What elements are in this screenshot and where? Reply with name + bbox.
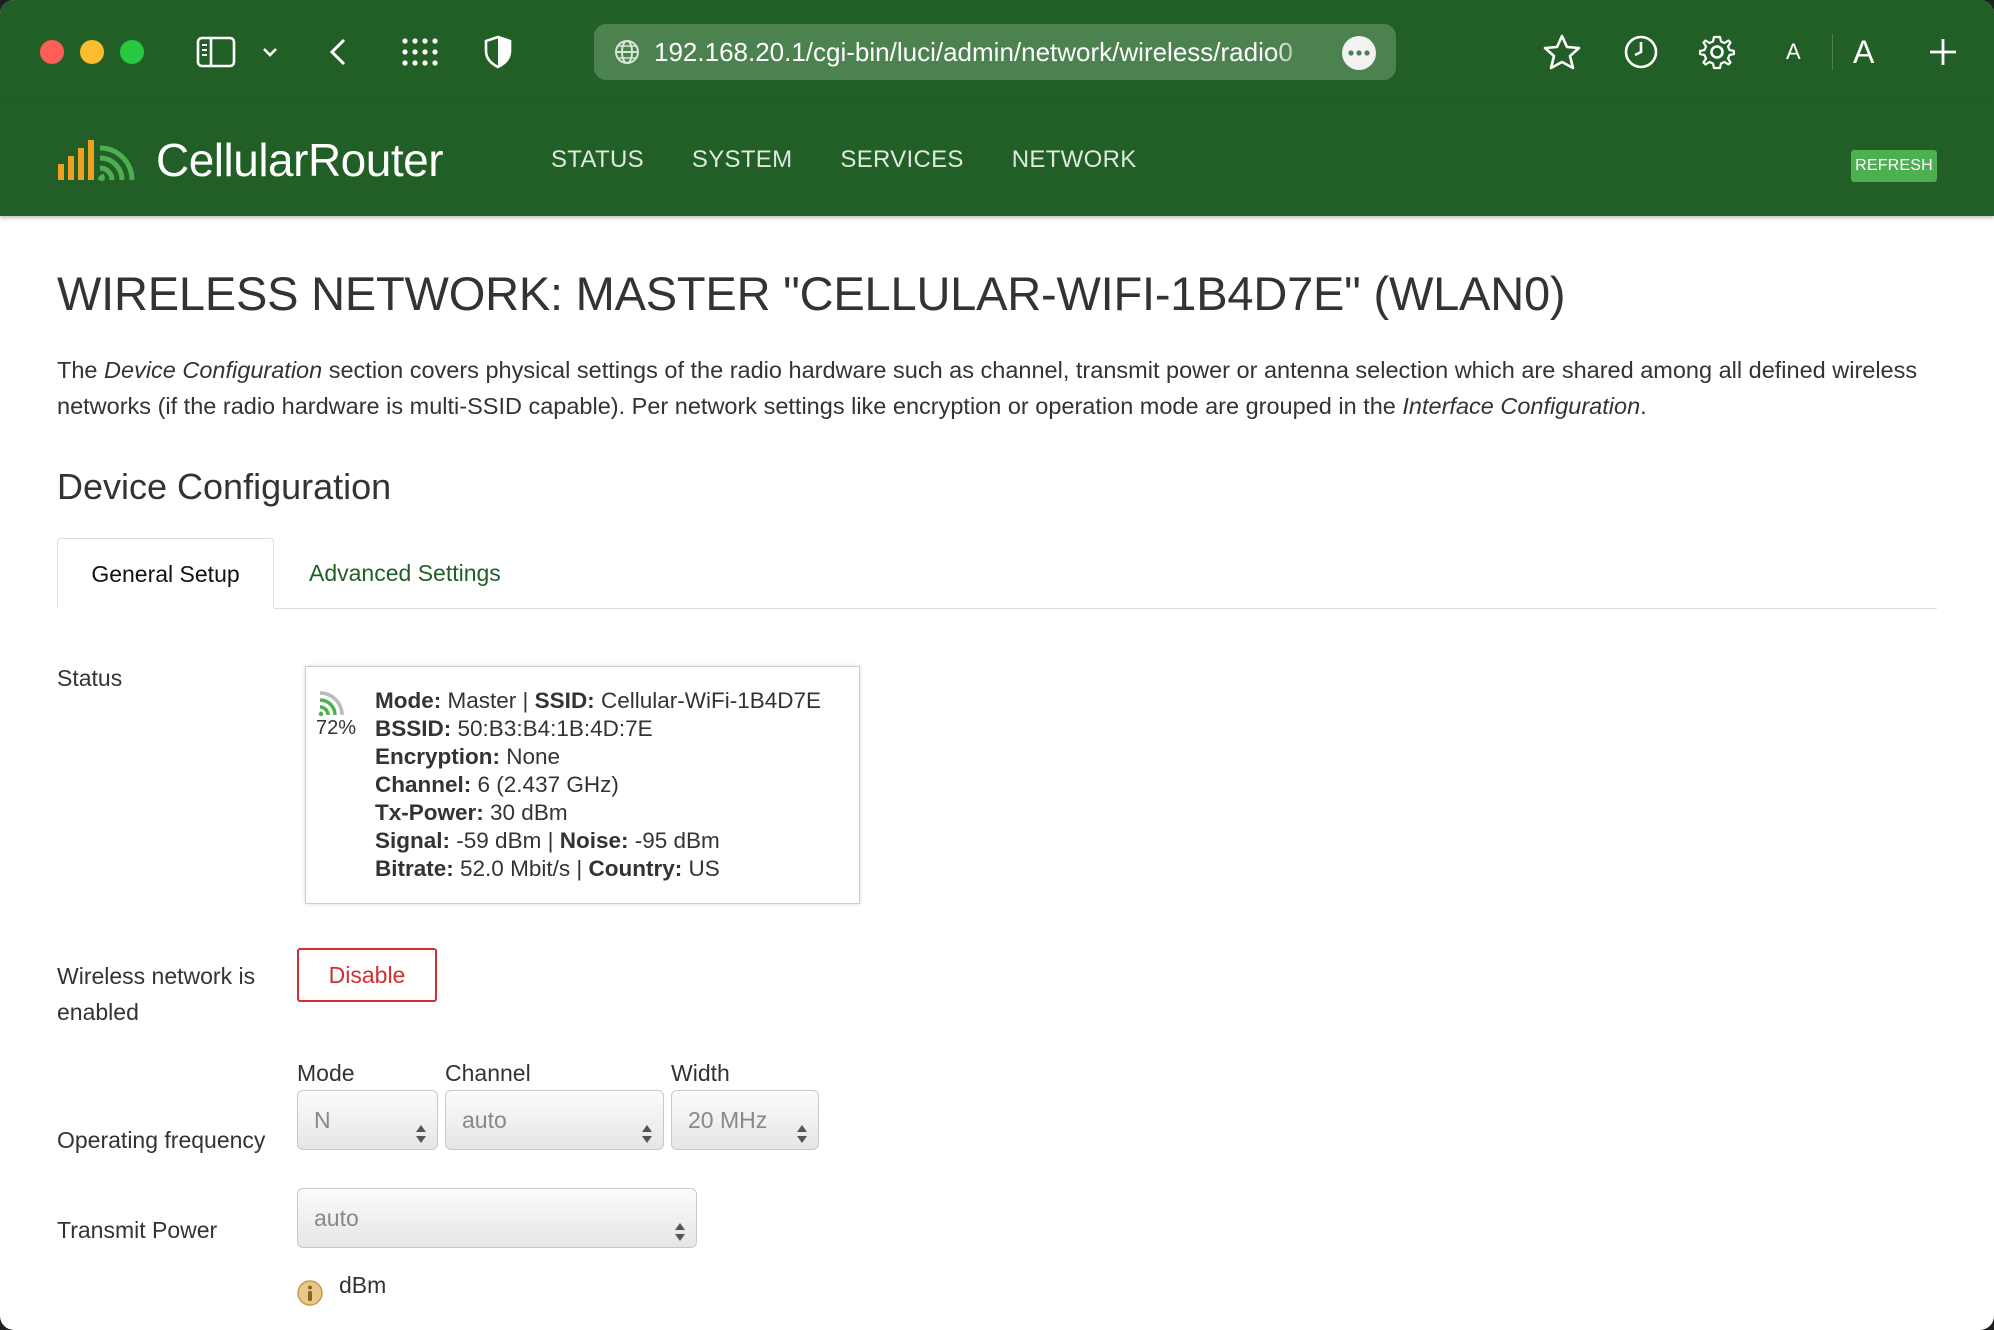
close-window-button[interactable] xyxy=(40,40,64,64)
separator: | xyxy=(547,828,554,853)
status-line-bitrate: Bitrate: 52.0 Mbit/s | Country: US xyxy=(375,855,821,883)
transmit-power-unit: dBm xyxy=(339,1272,387,1298)
signal-key: Signal: xyxy=(375,828,451,853)
status-line-txpower: Tx-Power: 30 dBm xyxy=(375,799,821,827)
noise-key: Noise: xyxy=(559,828,629,853)
more-options-icon[interactable] xyxy=(1342,36,1376,70)
status-line-channel: Channel: 6 (2.437 GHz) xyxy=(375,771,821,799)
signal-logo-icon xyxy=(56,134,142,187)
country-value: US xyxy=(688,856,720,881)
intro-text-1: The xyxy=(57,357,105,383)
transmit-power-select[interactable]: auto xyxy=(297,1188,697,1248)
mode-label: Mode xyxy=(297,1060,355,1086)
select-arrows-icon xyxy=(641,1109,653,1167)
encryption-key: Encryption: xyxy=(375,744,501,769)
mode-select-value: N xyxy=(314,1107,331,1133)
bssid-value: 50:B3:B4:1B:4D:7E xyxy=(457,716,653,741)
ssid-value: Cellular-WiFi-1B4D7E xyxy=(600,688,821,713)
brand-name[interactable]: CellularRouter xyxy=(156,132,444,188)
status-line-bssid: BSSID: 50:B3:B4:1B:4D:7E xyxy=(375,715,821,743)
transmit-power-select-value: auto xyxy=(314,1205,359,1231)
width-select[interactable]: 20 MHz xyxy=(671,1090,819,1150)
nav-network[interactable]: NETWORK xyxy=(1012,144,1137,176)
status-details: Mode: Master | SSID: Cellular-WiFi-1B4D7… xyxy=(375,687,821,883)
site-header: CellularRouter STATUS SYSTEM SERVICES NE… xyxy=(0,104,1994,216)
section-title: Device Configuration xyxy=(57,466,392,507)
nav-system[interactable]: SYSTEM xyxy=(692,144,792,176)
bookmark-star-icon[interactable] xyxy=(1542,28,1582,76)
width-label: Width xyxy=(671,1060,730,1086)
bitrate-value: 52.0 Mbit/s xyxy=(460,856,571,881)
mode-value: Master xyxy=(447,688,517,713)
mode-key: Mode: xyxy=(375,688,442,713)
signal-percent: 72% xyxy=(316,717,357,739)
channel-value: 6 (2.437 GHz) xyxy=(477,772,619,797)
txpower-key: Tx-Power: xyxy=(375,800,484,825)
operating-frequency-label: Operating frequency xyxy=(57,1127,266,1153)
tab-general-setup[interactable]: General Setup xyxy=(57,538,274,609)
select-arrows-icon xyxy=(415,1109,427,1167)
wireless-enabled-label-line1: Wireless network is xyxy=(57,963,256,989)
signal-value: -59 dBm xyxy=(456,828,542,853)
separator: | xyxy=(522,688,529,713)
new-tab-plus-icon[interactable] xyxy=(1926,28,1960,76)
channel-key: Channel: xyxy=(375,772,472,797)
channel-select-value: auto xyxy=(462,1107,507,1133)
intro-paragraph: The Device Configuration section covers … xyxy=(57,352,1937,424)
intro-text-3: . xyxy=(1640,393,1647,419)
nav-services[interactable]: SERVICES xyxy=(840,144,963,176)
config-tabs: General Setup Advanced Settings xyxy=(57,538,1937,609)
settings-gear-icon[interactable] xyxy=(1698,28,1736,76)
tab-overview-grid-icon[interactable] xyxy=(400,28,440,76)
select-arrows-icon xyxy=(796,1109,808,1167)
select-arrows-icon xyxy=(674,1207,686,1265)
bitrate-key: Bitrate: xyxy=(375,856,454,881)
encryption-value: None xyxy=(506,744,561,769)
noise-value: -95 dBm xyxy=(634,828,720,853)
tab-advanced-settings[interactable]: Advanced Settings xyxy=(309,538,501,608)
mode-select[interactable]: N xyxy=(297,1090,438,1150)
chevron-down-icon[interactable] xyxy=(260,28,280,76)
status-line-signal: Signal: -59 dBm | Noise: -95 dBm xyxy=(375,827,821,855)
separator: | xyxy=(576,856,583,881)
sidebar-toggle-icon[interactable] xyxy=(194,28,238,76)
main-nav: STATUS SYSTEM SERVICES NETWORK xyxy=(551,144,1185,176)
back-icon[interactable] xyxy=(326,28,350,76)
history-clock-icon[interactable] xyxy=(1622,28,1660,76)
minimize-window-button[interactable] xyxy=(80,40,104,64)
transmit-power-label: Transmit Power xyxy=(57,1217,218,1243)
page-title: WIRELESS NETWORK: MASTER "CELLULAR-WIFI-… xyxy=(57,267,1566,320)
ssid-key: SSID: xyxy=(534,688,595,713)
wireless-enabled-label-line2: enabled xyxy=(57,999,139,1025)
channel-label: Channel xyxy=(445,1060,531,1086)
info-icon xyxy=(297,1280,323,1311)
toolbar-divider xyxy=(1832,34,1833,70)
wireless-enabled-label: Wireless network is enabled xyxy=(57,958,255,1030)
status-line-mode: Mode: Master | SSID: Cellular-WiFi-1B4D7… xyxy=(375,687,821,715)
status-box: 72% Mode: Master | SSID: Cellular-WiFi-1… xyxy=(305,666,860,904)
width-select-value: 20 MHz xyxy=(688,1107,768,1133)
disable-button[interactable]: Disable xyxy=(297,948,437,1002)
status-label: Status xyxy=(57,665,123,691)
bssid-key: BSSID: xyxy=(375,716,452,741)
zoom-window-button[interactable] xyxy=(120,40,144,64)
status-line-encryption: Encryption: None xyxy=(375,743,821,771)
intro-emphasis-device-config: Device Configuration xyxy=(104,357,323,383)
txpower-value: 30 dBm xyxy=(490,800,568,825)
refresh-button[interactable]: REFRESH xyxy=(1851,150,1937,182)
address-bar[interactable]: 192.168.20.1/cgi-bin/luci/admin/network/… xyxy=(594,24,1396,80)
text-size-small-button[interactable]: A xyxy=(1786,28,1801,76)
nav-status[interactable]: STATUS xyxy=(551,144,644,176)
globe-icon xyxy=(614,39,640,70)
text-size-large-button[interactable]: A xyxy=(1853,28,1874,76)
browser-toolbar: 192.168.20.1/cgi-bin/luci/admin/network/… xyxy=(0,0,1994,104)
intro-emphasis-interface-config: Interface Configuration xyxy=(1402,393,1641,419)
url-text[interactable]: 192.168.20.1/cgi-bin/luci/admin/network/… xyxy=(654,24,1324,80)
channel-select[interactable]: auto xyxy=(445,1090,664,1150)
browser-window: 192.168.20.1/cgi-bin/luci/admin/network/… xyxy=(0,0,1994,1330)
privacy-shield-icon[interactable] xyxy=(482,28,514,76)
country-key: Country: xyxy=(588,856,683,881)
